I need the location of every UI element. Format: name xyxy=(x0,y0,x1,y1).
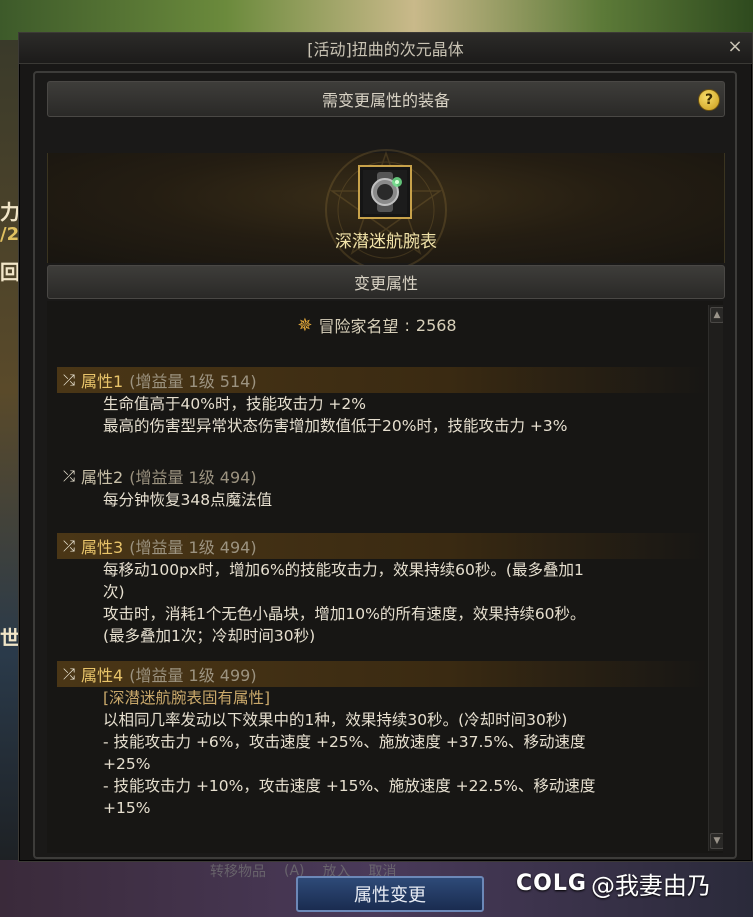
colg-logo: COLG xyxy=(516,871,587,896)
attribute-line: 生命值高于40%时，技能攻击力 +2% xyxy=(103,395,366,413)
watermark-text: @我妻由乃 xyxy=(590,872,711,900)
attribute-line: 次) xyxy=(103,583,125,601)
equip-display: 深潜迷航腕表 xyxy=(47,149,725,271)
scroll-up-icon[interactable]: ▲ xyxy=(710,307,723,323)
attribute-block-3: ⤮ 属性3 (增益量 1级 494) 每移动100px时，增加6%的技能攻击力，… xyxy=(57,533,707,647)
background-text: 力 xyxy=(0,200,20,224)
help-icon[interactable]: ? xyxy=(698,89,720,111)
shuffle-icon: ⤮ xyxy=(63,467,76,485)
attribute-name: 属性2 xyxy=(81,468,124,487)
attribute-description: [深潜迷航腕表固有属性] 以相同几率发动以下效果中的1种，效果持续30秒。(冷却… xyxy=(57,687,707,819)
dimension-crystal-window: [活动]扭曲的次元晶体 × 需变更属性的装备 ? 深潜迷航腕表 变更属性 ✵ 冒… xyxy=(18,32,753,862)
shuffle-icon: ⤮ xyxy=(63,537,76,555)
equip-section-title: 需变更属性的装备 xyxy=(321,91,450,110)
attribute-meta: (增益量 1级 494) xyxy=(129,468,257,487)
fame-value: 2568 xyxy=(415,315,457,335)
attribute-line: (最多叠加1次；冷却时间30秒) xyxy=(103,627,316,645)
attribute-line: - 技能攻击力 +6%，攻击速度 +25%、施放速度 +37.5%、移动速度 xyxy=(103,733,586,751)
fame-label: 冒险家名望 xyxy=(318,317,399,336)
attribute-description: 生命值高于40%时，技能攻击力 +2% 最高的伤害型异常状态伤害增加数值低于20… xyxy=(57,393,707,437)
attribute-meta: (增益量 1级 499) xyxy=(129,666,257,685)
equip-section-header: 需变更属性的装备 ? xyxy=(47,81,725,117)
attribute-line: 每分钟恢复348点魔法值 xyxy=(103,491,273,509)
change-attribute-button[interactable]: 属性变更 xyxy=(296,876,484,912)
attribute-line: +25% xyxy=(103,755,151,773)
attribute-name: 属性3 xyxy=(81,538,124,557)
shuffle-icon: ⤮ xyxy=(63,371,76,389)
window-frame: 需变更属性的装备 ? 深潜迷航腕表 变更属性 ✵ 冒险家名望: 2568 ⤮ … xyxy=(33,71,737,859)
attribute-line: 每移动100px时，增加6%的技能攻击力，效果持续60秒。(最多叠加1 xyxy=(103,561,584,579)
watermark: COLG @我妻由乃 xyxy=(516,866,711,901)
attribute-line: 攻击时，消耗1个无色小晶块，增加10%的所有速度，效果持续60秒。 xyxy=(103,605,586,623)
attribute-fixed-note: [深潜迷航腕表固有属性] xyxy=(103,689,271,707)
attribute-meta: (增益量 1级 514) xyxy=(129,372,257,391)
attribute-name: 属性1 xyxy=(81,372,124,391)
fame-crest-icon: ✵ xyxy=(297,314,313,336)
attribute-header[interactable]: ⤮ 属性4 (增益量 1级 499) xyxy=(57,661,707,687)
attribute-description: 每移动100px时，增加6%的技能攻击力，效果持续60秒。(最多叠加1 次) 攻… xyxy=(57,559,707,647)
window-title: [活动]扭曲的次元晶体 xyxy=(307,40,464,59)
equip-item-slot[interactable] xyxy=(358,165,412,219)
background-text: /2 xyxy=(0,224,20,245)
attribute-header[interactable]: ⤮ 属性3 (增益量 1级 494) xyxy=(57,533,707,559)
shuffle-icon: ⤮ xyxy=(63,665,76,683)
attribute-list-panel: ✵ 冒险家名望 : 2568 ⤮ 属性1 (增益量 1级 514) 生命值高于4… xyxy=(47,301,723,853)
scroll-down-icon[interactable]: ▼ xyxy=(710,833,723,849)
close-icon[interactable]: × xyxy=(726,38,744,56)
attribute-block-1: ⤮ 属性1 (增益量 1级 514) 生命值高于40%时，技能攻击力 +2% 最… xyxy=(57,367,707,437)
change-section-title: 变更属性 xyxy=(353,274,418,293)
attribute-header[interactable]: ⤮ 属性2 (增益量 1级 494) xyxy=(57,463,707,489)
background-tab: 转移物品 xyxy=(210,864,266,880)
attribute-description: 每分钟恢复348点魔法值 xyxy=(57,489,707,511)
wristwatch-icon xyxy=(363,170,407,214)
window-titlebar[interactable]: [活动]扭曲的次元晶体 × xyxy=(19,33,752,64)
attribute-meta: (增益量 1级 494) xyxy=(129,538,257,557)
change-section-header: 变更属性 xyxy=(47,265,725,299)
adventurer-fame-row: ✵ 冒险家名望 : 2568 xyxy=(47,313,707,337)
equip-item-name: 深潜迷航腕表 xyxy=(335,232,437,252)
attribute-line: 最高的伤害型异常状态伤害增加数值低于20%时，技能攻击力 +3% xyxy=(103,417,568,435)
background-text: 回 xyxy=(0,260,20,284)
attribute-line: +15% xyxy=(103,799,151,817)
attribute-line: 以相同几率发动以下效果中的1种，效果持续30秒。(冷却时间30秒) xyxy=(103,711,568,729)
attribute-name: 属性4 xyxy=(81,666,124,685)
attribute-line: - 技能攻击力 +10%，攻击速度 +15%、施放速度 +22.5%、移动速度 xyxy=(103,777,596,795)
attribute-scrollbar[interactable]: ▲ ▼ xyxy=(708,305,723,851)
fame-separator: : xyxy=(404,315,410,335)
attribute-header[interactable]: ⤮ 属性1 (增益量 1级 514) xyxy=(57,367,707,393)
attribute-block-4: ⤮ 属性4 (增益量 1级 499) [深潜迷航腕表固有属性] 以相同几率发动以… xyxy=(57,661,707,819)
attribute-block-2: ⤮ 属性2 (增益量 1级 494) 每分钟恢复348点魔法值 xyxy=(57,463,707,511)
